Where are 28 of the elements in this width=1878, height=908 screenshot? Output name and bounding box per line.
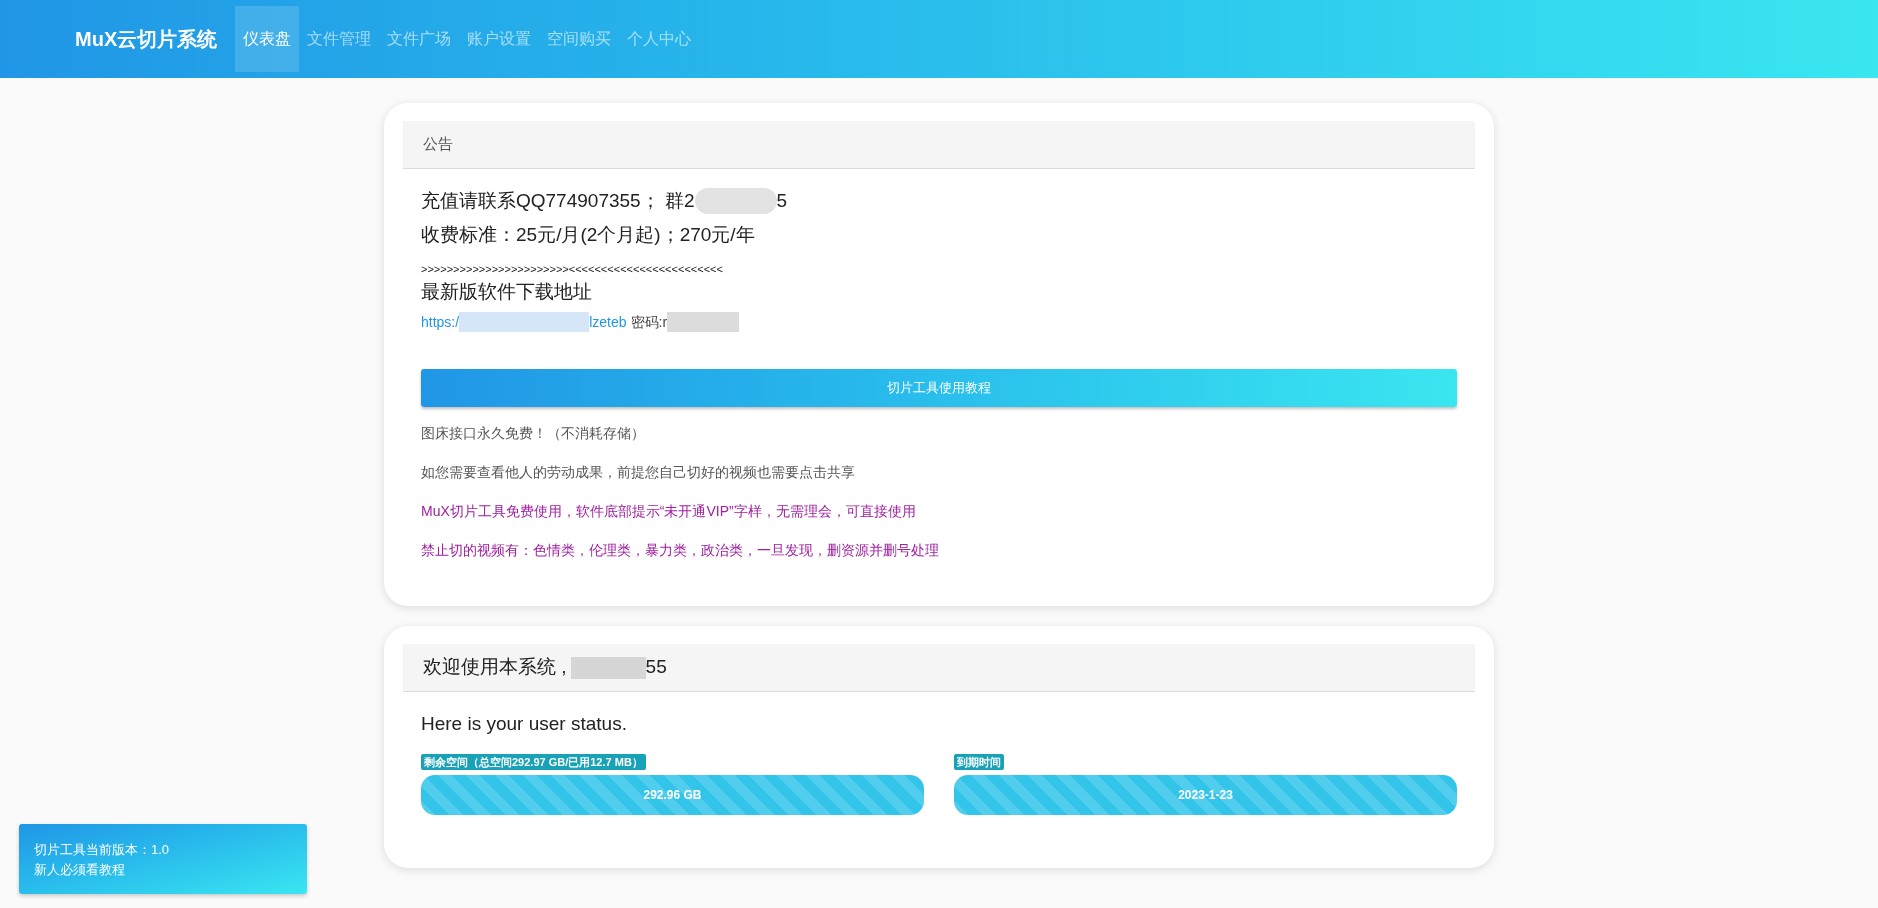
- brand-title[interactable]: MuX云切片系统: [75, 24, 218, 54]
- nav-tab[interactable]: 文件广场: [379, 6, 460, 72]
- price-text: 收费标准：25元/月(2个月起)；270元/年: [421, 222, 756, 247]
- nav-tab[interactable]: 仪表盘: [235, 6, 300, 72]
- welcome-text: 欢迎使用本系统 ,: [423, 655, 567, 680]
- notice-text: MuX切片工具免费使用，软件底部提示“未开通VIP”字样，无需理会，可直接使用: [421, 502, 917, 521]
- version-text: 切片工具当前版本：1.0: [34, 841, 171, 859]
- contact-text: 5: [776, 188, 788, 213]
- download-heading: 最新版软件下载地址: [421, 279, 593, 304]
- password-label: 密码:r: [630, 312, 668, 332]
- nav-tab[interactable]: 个人中心: [619, 6, 700, 72]
- notice-text: 禁止切的视频有：色情类，伦理类，暴力类，政治类，一旦发现，删资源并删号处理: [421, 541, 940, 560]
- progress-fill: 2023-1-23: [954, 774, 1457, 815]
- meter-label: 到期时间: [954, 753, 1004, 770]
- contact-text: 充值请联系QQ774907355； 群2: [421, 188, 695, 213]
- tutorial-button[interactable]: 切片工具使用教程: [421, 369, 1457, 407]
- notice-text: 图床接口永久免费！（不消耗存储）: [421, 424, 646, 443]
- meter-label: 剩余空间（总空间292.97 GB/已用12.7 MB）: [421, 753, 646, 770]
- nav-tab[interactable]: 账户设置: [459, 6, 540, 72]
- progress-fill: 292.96 GB: [421, 774, 924, 815]
- card-title: 公告: [423, 134, 453, 155]
- status-subtitle: Here is your user status.: [421, 712, 628, 736]
- nav-tab[interactable]: 文件管理: [299, 6, 380, 72]
- hint-text: 新人必须看教程: [34, 861, 126, 879]
- nav-tab[interactable]: 空间购买: [539, 6, 620, 72]
- notice-text: 如您需要查看他人的劳动成果，前提您自己切好的视频也需要点击共享: [421, 463, 856, 482]
- welcome-text: 55: [645, 655, 667, 680]
- separator-text: >>>>>>>>>>>>>>>>>>>>>>><<<<<<<<<<<<<<<<<<<<<<<<: [421, 262, 724, 277]
